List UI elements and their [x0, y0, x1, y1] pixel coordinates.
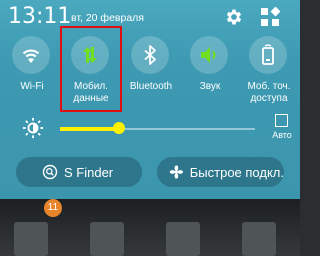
wifi-icon [12, 36, 50, 74]
notification-badge: 11 [44, 199, 62, 217]
brightness-slider-fill [60, 127, 119, 131]
edit-grid-icon[interactable] [260, 7, 280, 27]
bluetooth-icon [131, 36, 169, 74]
brightness-icon [22, 117, 44, 139]
toggle-sound[interactable]: Звук [180, 36, 240, 112]
app-folder-icon[interactable] [14, 222, 48, 256]
toggle-label-hotspot: Моб. точ. доступа [247, 81, 291, 104]
quick-connect-icon [169, 165, 184, 179]
date: вт, 20 февраля [71, 12, 144, 24]
brightness-slider-thumb[interactable] [112, 122, 125, 134]
auto-brightness-label: Авто [272, 130, 292, 140]
app-folder-icon[interactable] [90, 222, 124, 256]
toggle-wifi[interactable]: Wi-Fi [2, 36, 62, 112]
sound-icon [190, 36, 228, 74]
hotspot-icon [249, 36, 287, 74]
quick-connect-label: Быстрое подкл. [189, 164, 284, 180]
toggle-bluetooth[interactable]: Bluetooth [121, 36, 181, 112]
gear-icon[interactable] [224, 7, 244, 27]
quick-connect-button[interactable]: Быстрое подкл. [157, 157, 284, 187]
app-folder-icon[interactable] [242, 222, 276, 256]
s-finder-button[interactable]: S Finder [16, 157, 142, 187]
s-finder-label: S Finder [64, 164, 114, 180]
toggle-label-bluetooth: Bluetooth [129, 81, 173, 92]
toggle-hotspot[interactable]: Моб. точ. доступа [239, 36, 299, 112]
app-folder-icon[interactable] [166, 222, 200, 256]
notification-panel: 13:11 вт, 20 февраля Wi-Fi Мобил. данные [0, 0, 300, 199]
toggle-label-sound: Звук [199, 81, 221, 92]
highlight-frame [60, 26, 122, 112]
auto-brightness-checkbox[interactable] [275, 114, 288, 127]
s-finder-icon [42, 164, 58, 180]
